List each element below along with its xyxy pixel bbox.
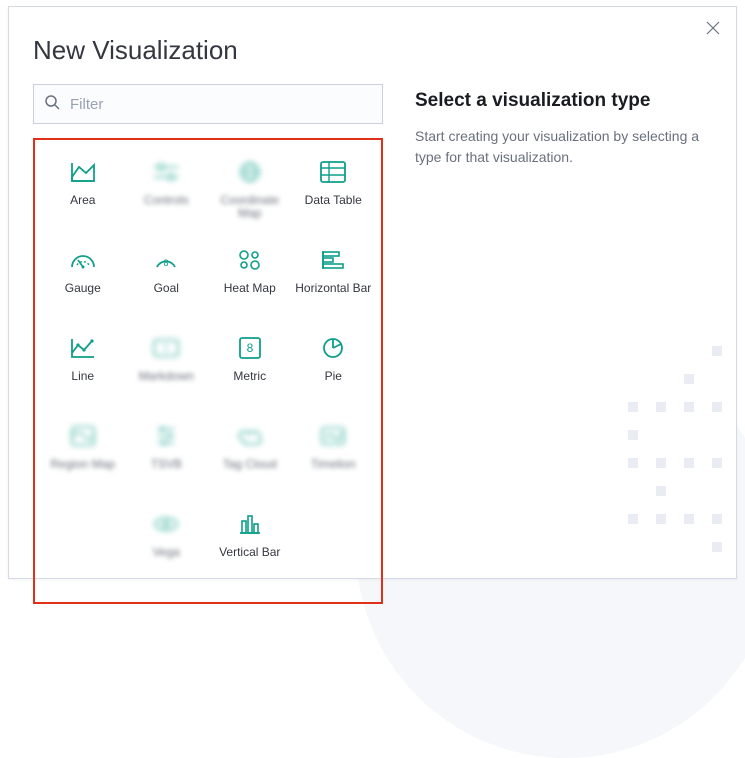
viz-type-heat-map[interactable]: Heat Map — [208, 240, 292, 320]
svg-text:8: 8 — [164, 258, 169, 268]
viz-type-vega[interactable]: Vega — [125, 504, 209, 584]
viz-type-label: Metric — [233, 370, 266, 383]
viz-type-pie[interactable]: Pie — [292, 328, 376, 408]
markdown-icon: T — [152, 334, 180, 362]
help-description: Start creating your visualization by sel… — [415, 126, 712, 168]
viz-type-label: TSVB — [151, 458, 182, 471]
pie-icon — [319, 334, 347, 362]
viz-type-label: Coordinate Map — [208, 194, 292, 220]
viz-type-data-table[interactable]: Data Table — [292, 152, 376, 232]
viz-type-label: Goal — [154, 282, 179, 295]
area-icon — [69, 158, 97, 186]
viz-type-label: Vega — [153, 546, 180, 559]
viz-type-horizontal-bar[interactable]: Horizontal Bar — [292, 240, 376, 320]
viz-type-label: Line — [71, 370, 94, 383]
viz-type-label: Pie — [325, 370, 342, 383]
region-map-icon — [69, 422, 97, 450]
heat-map-icon — [236, 246, 264, 274]
close-button[interactable] — [704, 19, 722, 37]
viz-type-label: Vertical Bar — [219, 546, 280, 559]
viz-type-label: Region Map — [50, 458, 115, 471]
viz-type-label: Heat Map — [224, 282, 276, 295]
line-icon — [69, 334, 97, 362]
viz-type-label: Controls — [144, 194, 189, 207]
viz-type-timelion[interactable]: Timelion — [292, 416, 376, 496]
v-bar-icon — [236, 510, 264, 538]
viz-type-gauge[interactable]: Gauge — [41, 240, 125, 320]
coord-map-icon — [236, 158, 264, 186]
data-table-icon — [319, 158, 347, 186]
new-visualization-modal: New Visualization Area Controls Coordinate… — [8, 6, 737, 579]
svg-text:T: T — [164, 344, 170, 354]
metric-icon: 8 — [236, 334, 264, 362]
viz-type-grid: Area Controls Coordinate Map Data Table Gaug… — [41, 152, 375, 584]
timelion-icon — [319, 422, 347, 450]
viz-type-area[interactable]: Area — [41, 152, 125, 232]
tag-cloud-icon — [236, 422, 264, 450]
gauge-icon — [69, 246, 97, 274]
visualization-picker: Area Controls Coordinate Map Data Table Gaug… — [33, 84, 383, 604]
h-bar-icon — [319, 246, 347, 274]
help-panel: Select a visualization type Start creati… — [415, 84, 712, 604]
viz-type-label: Markdown — [139, 370, 194, 383]
viz-type-label: Area — [70, 194, 95, 207]
viz-type-label: Tag Cloud — [223, 458, 277, 471]
viz-type-goal[interactable]: 8 Goal — [125, 240, 209, 320]
svg-text:8: 8 — [246, 341, 253, 355]
close-icon — [706, 21, 720, 35]
viz-type-label: Data Table — [305, 194, 362, 207]
filter-input-wrap[interactable] — [33, 84, 383, 124]
viz-type-markdown[interactable]: T Markdown — [125, 328, 209, 408]
search-icon — [44, 94, 60, 115]
help-title: Select a visualization type — [415, 90, 712, 112]
viz-type-tsvb[interactable]: TSVB — [125, 416, 209, 496]
viz-type-label: Horizontal Bar — [295, 282, 371, 295]
tsvb-icon — [152, 422, 180, 450]
viz-type-controls[interactable]: Controls — [125, 152, 209, 232]
viz-type-label: Gauge — [65, 282, 101, 295]
viz-type-label: Timelion — [311, 458, 356, 471]
vega-icon — [152, 510, 180, 538]
filter-input[interactable] — [68, 95, 372, 114]
viz-type-tag-cloud[interactable]: Tag Cloud — [208, 416, 292, 496]
viz-type-coordinate-map[interactable]: Coordinate Map — [208, 152, 292, 232]
goal-icon: 8 — [152, 246, 180, 274]
viz-type-grid-highlight: Area Controls Coordinate Map Data Table Gaug… — [33, 138, 383, 604]
viz-type-line[interactable]: Line — [41, 328, 125, 408]
viz-type-vertical-bar[interactable]: Vertical Bar — [208, 504, 292, 584]
viz-type-region-map[interactable]: Region Map — [41, 416, 125, 496]
modal-title: New Visualization — [9, 7, 736, 84]
controls-icon — [152, 158, 180, 186]
viz-type-metric[interactable]: 8 Metric — [208, 328, 292, 408]
